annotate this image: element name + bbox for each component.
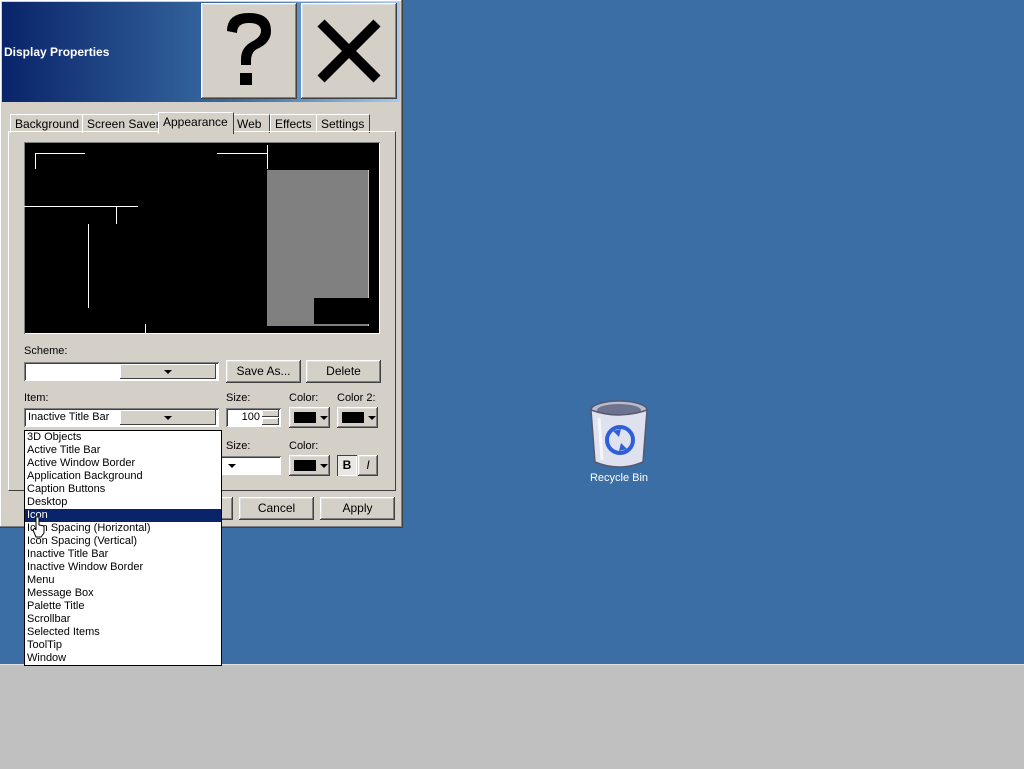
dropdown-item[interactable]: Icon Spacing (Horizontal)	[25, 522, 221, 535]
item-size-value: 100	[241, 411, 260, 423]
help-button[interactable]	[201, 3, 297, 99]
dropdown-item[interactable]: Palette Title	[25, 600, 221, 613]
hand-cursor-icon	[32, 516, 45, 538]
scheme-select[interactable]	[24, 362, 219, 381]
scheme-label: Scheme:	[24, 345, 68, 357]
delete-button[interactable]: Delete	[306, 360, 381, 383]
chevron-down-icon	[228, 464, 236, 468]
question-mark-icon	[227, 13, 271, 85]
recycle-bin-icon	[589, 398, 649, 470]
color2-swatch	[342, 412, 364, 423]
dropdown-item[interactable]: Menu	[25, 574, 221, 587]
tab-appearance[interactable]: Appearance	[158, 112, 234, 134]
font-color-label: Color:	[289, 440, 319, 452]
dropdown-item[interactable]: Icon Spacing (Vertical)	[25, 535, 221, 548]
item-dropdown-button[interactable]	[120, 410, 216, 425]
dropdown-item[interactable]: Window	[25, 652, 221, 665]
preview-message-box	[314, 298, 374, 324]
x-close-icon	[317, 19, 381, 83]
color-swatch	[294, 412, 316, 423]
save-as-button[interactable]: Save As...	[226, 360, 301, 383]
item-color-button[interactable]	[289, 407, 330, 428]
italic-toggle[interactable]: I	[358, 455, 378, 476]
dropdown-item[interactable]: Active Title Bar	[25, 444, 221, 457]
dialog-title: Display Properties	[4, 45, 110, 59]
spin-up-button[interactable]	[262, 410, 279, 417]
item-size-spinner[interactable]: 100	[226, 408, 281, 427]
item-size-label: Size:	[226, 392, 251, 404]
item-dropdown-list[interactable]: 3D Objects Active Title Bar Active Window …	[24, 430, 222, 666]
dropdown-item[interactable]: Selected Items	[25, 626, 221, 639]
dropdown-item[interactable]: Message Box	[25, 587, 221, 600]
font-size-select[interactable]	[220, 456, 281, 475]
item-color-label: Color:	[289, 392, 319, 404]
dropdown-item[interactable]: Scrollbar	[25, 613, 221, 626]
font-color-button[interactable]	[289, 455, 330, 476]
bold-toggle[interactable]: B	[337, 455, 357, 476]
item-label: Item:	[24, 392, 49, 404]
dropdown-item[interactable]: Inactive Title Bar	[25, 548, 221, 561]
dropdown-item[interactable]: Caption Buttons	[25, 483, 221, 496]
chevron-down-icon	[164, 416, 172, 420]
dropdown-items: 3D Objects Active Title Bar Active Window …	[25, 431, 221, 665]
dropdown-item[interactable]: Application Background	[25, 470, 221, 483]
font-color-swatch	[294, 460, 316, 471]
apply-button[interactable]: Apply	[320, 497, 395, 520]
chevron-down-icon	[320, 416, 328, 420]
dropdown-item[interactable]: Active Window Border	[25, 457, 221, 470]
font-size-label: Size:	[226, 440, 251, 452]
dropdown-item[interactable]: Icon	[25, 509, 221, 522]
scheme-dropdown-button[interactable]	[120, 364, 216, 379]
dropdown-item[interactable]: Desktop	[25, 496, 221, 509]
recycle-bin-label: Recycle Bin	[589, 472, 649, 484]
scheme-preview[interactable]	[24, 142, 380, 334]
chevron-down-icon	[164, 370, 172, 374]
recycle-bin-shortcut[interactable]: Recycle Bin	[580, 398, 658, 484]
close-button[interactable]	[301, 3, 397, 99]
cancel-button[interactable]: Cancel	[239, 497, 314, 520]
spin-down-button[interactable]	[262, 418, 279, 425]
dropdown-item[interactable]: Inactive Window Border	[25, 561, 221, 574]
chevron-down-icon	[368, 416, 376, 420]
dropdown-item[interactable]: ToolTip	[25, 639, 221, 652]
dropdown-item[interactable]: 3D Objects	[25, 431, 221, 444]
item-select[interactable]: Inactive Title Bar	[24, 408, 219, 427]
chevron-down-icon	[320, 464, 328, 468]
item-color2-label: Color 2:	[337, 392, 376, 404]
taskbar	[0, 664, 1024, 769]
item-select-value: Inactive Title Bar	[28, 411, 110, 423]
item-color2-button[interactable]	[337, 407, 378, 428]
